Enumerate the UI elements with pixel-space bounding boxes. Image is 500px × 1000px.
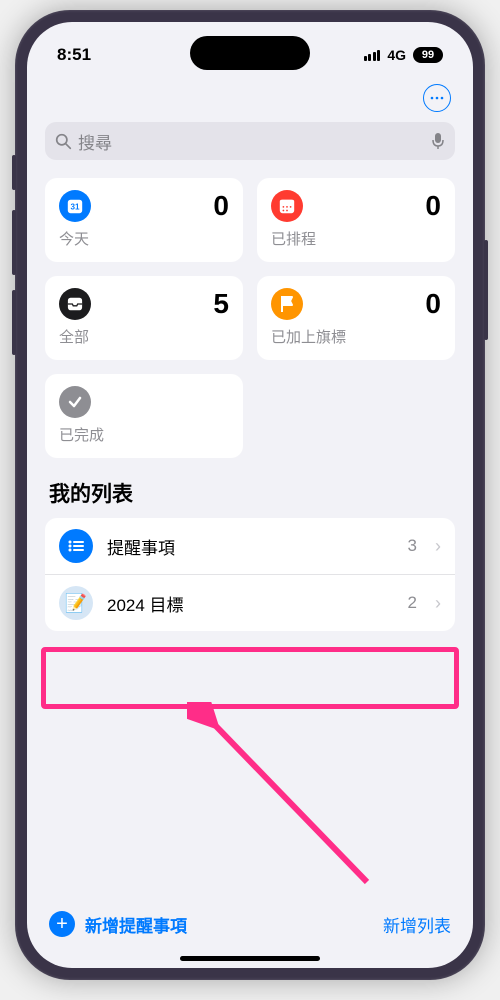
scheduled-count: 0 <box>425 190 441 222</box>
phone-frame: 8:51 4G 99 <box>15 10 485 980</box>
list-name: 2024 目標 <box>107 591 394 616</box>
flag-icon <box>271 288 303 320</box>
new-reminder-button[interactable]: + 新增提醒事項 <box>49 911 187 937</box>
completed-label: 已完成 <box>59 424 229 445</box>
side-button <box>484 240 488 340</box>
summary-card-completed[interactable]: 已完成 <box>45 374 243 458</box>
list-name: 提醒事項 <box>107 534 394 559</box>
summary-card-today[interactable]: 31 0 今天 <box>45 178 243 262</box>
lists-container: 提醒事項 3 › 📝 2024 目標 2 › <box>45 518 455 631</box>
inbox-icon <box>59 288 91 320</box>
summary-card-scheduled[interactable]: 0 已排程 <box>257 178 455 262</box>
list-item-goals[interactable]: 📝 2024 目標 2 › <box>45 574 455 631</box>
status-time: 8:51 <box>57 45 91 65</box>
more-button[interactable] <box>423 84 451 112</box>
search-icon <box>55 133 72 150</box>
flagged-label: 已加上旗標 <box>271 326 441 347</box>
list-icon: 📝 <box>59 586 93 620</box>
today-count: 0 <box>213 190 229 222</box>
list-count: 3 <box>408 536 417 556</box>
svg-text:31: 31 <box>71 203 80 212</box>
search-input[interactable]: 搜尋 <box>45 122 455 160</box>
summary-card-flagged[interactable]: 0 已加上旗標 <box>257 276 455 360</box>
side-button <box>12 155 16 190</box>
side-button <box>12 210 16 275</box>
calendar-today-icon: 31 <box>59 190 91 222</box>
lists-section-title: 我的列表 <box>49 478 451 508</box>
signal-icon <box>364 49 381 61</box>
side-button <box>12 290 16 355</box>
new-list-button[interactable]: 新增列表 <box>383 912 451 937</box>
checkmark-icon <box>59 386 91 418</box>
chevron-right-icon: › <box>435 536 441 557</box>
status-indicators: 4G 99 <box>364 47 443 63</box>
new-reminder-label: 新增提醒事項 <box>85 912 187 937</box>
network-label: 4G <box>387 47 406 63</box>
calendar-icon <box>271 190 303 222</box>
all-label: 全部 <box>59 326 229 347</box>
flagged-count: 0 <box>425 288 441 320</box>
scheduled-label: 已排程 <box>271 228 441 249</box>
list-count: 2 <box>408 593 417 613</box>
battery-icon: 99 <box>413 47 443 63</box>
summary-card-all[interactable]: 5 全部 <box>45 276 243 360</box>
top-actions <box>45 76 455 122</box>
summary-grid: 31 0 今天 0 已排程 <box>45 178 455 458</box>
today-label: 今天 <box>59 228 229 249</box>
chevron-right-icon: › <box>435 593 441 614</box>
list-item-reminders[interactable]: 提醒事項 3 › <box>45 518 455 574</box>
ellipsis-icon <box>430 96 444 100</box>
dynamic-island <box>190 36 310 70</box>
all-count: 5 <box>213 288 229 320</box>
search-placeholder: 搜尋 <box>78 129 431 154</box>
screen: 8:51 4G 99 <box>27 22 473 968</box>
mic-icon[interactable] <box>431 132 445 150</box>
plus-icon: + <box>49 911 75 937</box>
list-icon <box>59 529 93 563</box>
content-area: 搜尋 31 0 今天 <box>27 76 473 898</box>
home-indicator[interactable] <box>180 956 320 961</box>
